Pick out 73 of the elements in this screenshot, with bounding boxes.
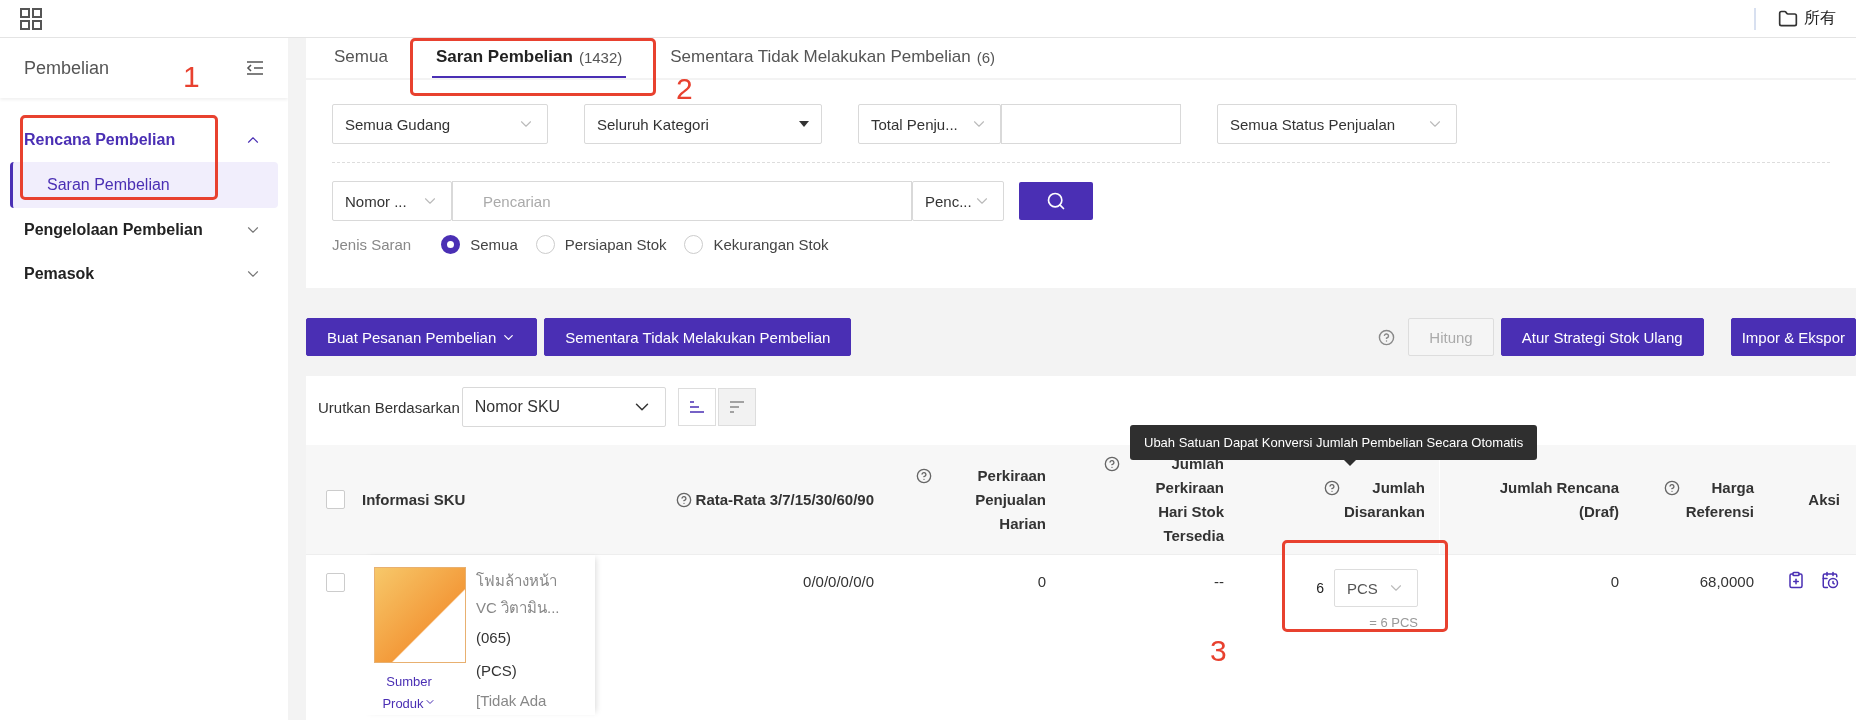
help-icon[interactable] xyxy=(675,491,692,508)
column-header: Aksi xyxy=(1808,489,1840,510)
help-icon[interactable] xyxy=(1664,479,1680,496)
tooltip-pointer xyxy=(1344,460,1356,466)
row-checkbox[interactable] xyxy=(326,573,345,592)
category-select[interactable]: Seluruh Kategori xyxy=(584,104,822,144)
sort-label: Urutkan Berdasarkan xyxy=(318,398,460,416)
search-mode-select[interactable]: Penc... xyxy=(912,181,1004,221)
radio-option[interactable]: Kekurangan Stok xyxy=(684,235,829,254)
caret-down-icon xyxy=(799,121,809,127)
workspace-label[interactable]: 所有 xyxy=(1804,8,1836,29)
menu-item[interactable]: Pengelolaan Pembelian xyxy=(0,208,288,252)
product-name[interactable]: โฟมล้างหน้า VC วิตามิน... xyxy=(476,567,572,621)
sort-order-button[interactable] xyxy=(677,388,716,426)
tab-count: (1432) xyxy=(578,48,623,66)
clipboard-icon[interactable] xyxy=(1787,571,1805,589)
help-icon[interactable] xyxy=(1378,328,1396,346)
converted-quantity: = 6 PCS xyxy=(1369,615,1418,630)
product-unit: (PCS) xyxy=(476,661,518,681)
unit-select[interactable]: PCS xyxy=(1334,569,1418,607)
annotation-number: 1 xyxy=(183,60,200,94)
submenu-item[interactable]: Saran Pembelian xyxy=(10,162,278,208)
suggested-quantity: 6 xyxy=(1316,580,1324,596)
menu-item[interactable]: Rencana Pembelian xyxy=(0,118,288,162)
annotation-number: 3 xyxy=(1210,634,1227,668)
search-icon xyxy=(1046,191,1066,211)
warehouse-select[interactable]: Semua Gudang xyxy=(332,104,548,144)
sort-select[interactable]: Nomor SKU xyxy=(461,387,666,427)
column-header: Rata-Rata 3/7/15/30/60/90 xyxy=(695,489,874,510)
radio-icon[interactable] xyxy=(441,235,461,254)
calendar-icon[interactable] xyxy=(1821,571,1839,589)
sort-order-button[interactable] xyxy=(717,388,756,426)
table-cell-text: 0 xyxy=(1036,572,1047,590)
collapse-menu-icon[interactable] xyxy=(246,61,264,75)
action-button[interactable]: Sementara Tidak Melakukan Pembelian xyxy=(544,318,852,356)
select-all-checkbox[interactable] xyxy=(326,490,345,509)
sort-lines-icon xyxy=(728,400,745,414)
product-note: [Tidak Ada xyxy=(476,691,548,711)
table-cell-text: 0/0/0/0/0/0 xyxy=(802,572,875,590)
table-cell-text: 0 xyxy=(1609,572,1620,590)
sales-status-select[interactable]: Semua Status Penjualan xyxy=(1217,104,1457,144)
help-icon[interactable] xyxy=(916,467,932,484)
help-icon[interactable] xyxy=(1324,479,1340,496)
sort-lines-icon xyxy=(688,400,705,414)
source-link[interactable]: Sumber Produk xyxy=(374,671,444,715)
help-icon[interactable] xyxy=(1104,455,1120,472)
sales-total-select[interactable]: Total Penju... xyxy=(858,104,1001,144)
folder-icon[interactable] xyxy=(1778,8,1798,29)
table-cell-text: -- xyxy=(1213,572,1225,590)
tab[interactable]: Semua xyxy=(330,38,392,78)
sales-total-input[interactable] xyxy=(1001,104,1181,144)
app-grid-icon[interactable] xyxy=(20,7,42,30)
search-field-select[interactable]: Nomor ... xyxy=(332,181,452,221)
column-header: Jumlah Rencana (Draf) xyxy=(1498,477,1619,522)
column-header: Harga Referensi xyxy=(1684,477,1754,522)
menu-item[interactable]: Pemasok xyxy=(0,252,288,296)
filter-label: Jenis Saran xyxy=(332,236,412,253)
action-button[interactable]: Impor & Ekspor xyxy=(1730,318,1856,356)
sidebar-title: Pembelian xyxy=(24,57,110,79)
tab-count: (6) xyxy=(976,48,996,66)
table-cell-text: 68,0000 xyxy=(1698,572,1755,590)
radio-option[interactable]: Semua xyxy=(441,235,518,254)
product-code: (065) xyxy=(476,628,513,648)
column-header: Perkiraan Penjualan Harian xyxy=(974,465,1046,534)
action-button[interactable]: Buat Pesanan Pembelian xyxy=(306,318,538,356)
radio-option[interactable]: Persiapan Stok xyxy=(535,235,667,254)
tooltip: Ubah Satuan Dapat Konversi Jumlah Pembelian Secara Otomatis xyxy=(1130,425,1538,460)
tab[interactable]: Saran Pembelian (1432) xyxy=(431,38,627,78)
column-header: Informasi SKU xyxy=(362,489,466,510)
search-input[interactable]: Pencarian xyxy=(452,181,912,221)
column-header: Jumlah Disarankan xyxy=(1344,477,1425,522)
action-button[interactable]: Atur Strategi Stok Ulang xyxy=(1500,318,1704,356)
search-button[interactable] xyxy=(1019,182,1093,220)
